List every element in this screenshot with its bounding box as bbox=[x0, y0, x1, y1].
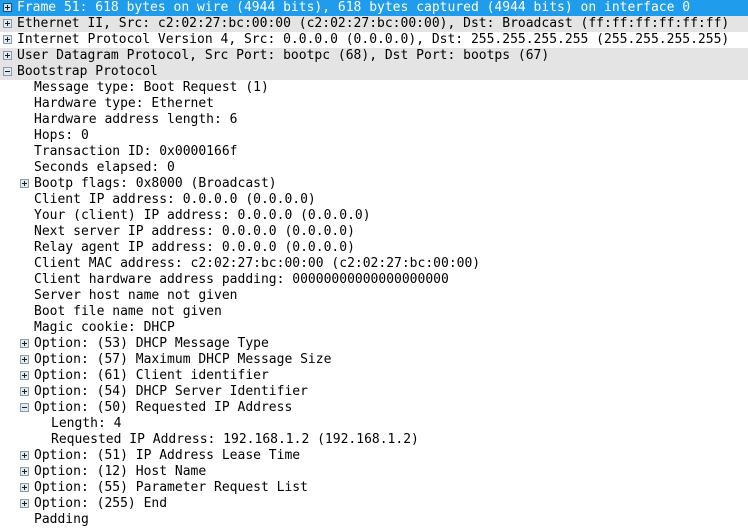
tree-row-hardware-address-length[interactable]: Hardware address length: 6 bbox=[0, 112, 748, 128]
tree-row-option-61[interactable]: Option: (61) Client identifier bbox=[0, 368, 748, 384]
tree-row-udp[interactable]: User Datagram Protocol, Src Port: bootpc… bbox=[0, 48, 748, 64]
tree-row-client-hardware-address-padding[interactable]: Client hardware address padding: 0000000… bbox=[0, 272, 748, 288]
expand-plus-icon[interactable] bbox=[20, 467, 29, 476]
expand-plus-icon[interactable] bbox=[20, 451, 29, 460]
tree-row-label: Option: (54) DHCP Server Identifier bbox=[34, 384, 308, 399]
tree-row-option-50[interactable]: Option: (50) Requested IP Address bbox=[0, 400, 748, 416]
tree-row-label: Padding bbox=[34, 512, 89, 527]
tree-row-ethernet[interactable]: Ethernet II, Src: c2:02:27:bc:00:00 (c2:… bbox=[0, 16, 748, 32]
tree-row-client-mac-address[interactable]: Client MAC address: c2:02:27:bc:00:00 (c… bbox=[0, 256, 748, 272]
tree-row-option-55[interactable]: Option: (55) Parameter Request List bbox=[0, 480, 748, 496]
expand-plus-icon[interactable] bbox=[20, 355, 29, 364]
tree-row-label: Option: (61) Client identifier bbox=[34, 368, 269, 383]
tree-row-client-ip-address[interactable]: Client IP address: 0.0.0.0 (0.0.0.0) bbox=[0, 192, 748, 208]
tree-row-your-client-ip-address[interactable]: Your (client) IP address: 0.0.0.0 (0.0.0… bbox=[0, 208, 748, 224]
tree-row-option-54[interactable]: Option: (54) DHCP Server Identifier bbox=[0, 384, 748, 400]
tree-row-label: User Datagram Protocol, Src Port: bootpc… bbox=[17, 48, 550, 63]
tree-row-label: Option: (55) Parameter Request List bbox=[34, 480, 308, 495]
collapse-minus-icon[interactable] bbox=[3, 67, 12, 76]
tree-row-magic-cookie[interactable]: Magic cookie: DHCP bbox=[0, 320, 748, 336]
expand-plus-icon[interactable] bbox=[3, 19, 12, 28]
tree-row-hops[interactable]: Hops: 0 bbox=[0, 128, 748, 144]
tree-row-label: Option: (50) Requested IP Address bbox=[34, 400, 293, 415]
tree-row-label: Option: (51) IP Address Lease Time bbox=[34, 448, 301, 463]
tree-row-option-51[interactable]: Option: (51) IP Address Lease Time bbox=[0, 448, 748, 464]
tree-row-option-50-length[interactable]: Length: 4 bbox=[0, 416, 748, 432]
tree-row-label: Magic cookie: DHCP bbox=[34, 320, 175, 335]
tree-row-label: Frame 51: 618 bytes on wire (4944 bits),… bbox=[17, 0, 691, 15]
tree-row-option-53[interactable]: Option: (53) DHCP Message Type bbox=[0, 336, 748, 352]
tree-row-bootp-flags[interactable]: Bootp flags: 0x8000 (Broadcast) bbox=[0, 176, 748, 192]
tree-row-label: Option: (57) Maximum DHCP Message Size bbox=[34, 352, 332, 367]
tree-row-option-57[interactable]: Option: (57) Maximum DHCP Message Size bbox=[0, 352, 748, 368]
expand-plus-icon[interactable] bbox=[20, 339, 29, 348]
tree-row-frame[interactable]: Frame 51: 618 bytes on wire (4944 bits),… bbox=[0, 0, 748, 16]
tree-row-label: Bootstrap Protocol bbox=[17, 64, 158, 79]
expand-plus-icon[interactable] bbox=[20, 387, 29, 396]
tree-row-label: Client hardware address padding: 0000000… bbox=[34, 272, 449, 287]
tree-row-label: Option: (255) End bbox=[34, 496, 168, 511]
tree-row-label: Message type: Boot Request (1) bbox=[34, 80, 269, 95]
expand-plus-icon[interactable] bbox=[20, 483, 29, 492]
tree-row-label: Requested IP Address: 192.168.1.2 (192.1… bbox=[51, 432, 419, 447]
tree-row-label: Hardware address length: 6 bbox=[34, 112, 238, 127]
tree-row-label: Boot file name not given bbox=[34, 304, 222, 319]
tree-row-label: Option: (12) Host Name bbox=[34, 464, 207, 479]
tree-row-ipv4[interactable]: Internet Protocol Version 4, Src: 0.0.0.… bbox=[0, 32, 748, 48]
tree-row-label: Client IP address: 0.0.0.0 (0.0.0.0) bbox=[34, 192, 316, 207]
tree-row-label: Ethernet II, Src: c2:02:27:bc:00:00 (c2:… bbox=[17, 16, 730, 31]
tree-row-label: Seconds elapsed: 0 bbox=[34, 160, 175, 175]
expand-plus-icon[interactable] bbox=[3, 51, 12, 60]
tree-row-label: Relay agent IP address: 0.0.0.0 (0.0.0.0… bbox=[34, 240, 355, 255]
tree-row-label: Client MAC address: c2:02:27:bc:00:00 (c… bbox=[34, 256, 481, 271]
tree-row-server-host-name[interactable]: Server host name not given bbox=[0, 288, 748, 304]
tree-row-option-255[interactable]: Option: (255) End bbox=[0, 496, 748, 512]
tree-row-hardware-type[interactable]: Hardware type: Ethernet bbox=[0, 96, 748, 112]
packet-details-tree[interactable]: Frame 51: 618 bytes on wire (4944 bits),… bbox=[0, 0, 748, 530]
tree-row-label: Length: 4 bbox=[51, 416, 122, 431]
tree-row-seconds-elapsed[interactable]: Seconds elapsed: 0 bbox=[0, 160, 748, 176]
expand-plus-icon[interactable] bbox=[3, 35, 12, 44]
tree-row-option-50-value[interactable]: Requested IP Address: 192.168.1.2 (192.1… bbox=[0, 432, 748, 448]
expand-plus-icon[interactable] bbox=[3, 3, 12, 12]
tree-row-label: Server host name not given bbox=[34, 288, 238, 303]
tree-row-message-type[interactable]: Message type: Boot Request (1) bbox=[0, 80, 748, 96]
tree-row-label: Your (client) IP address: 0.0.0.0 (0.0.0… bbox=[34, 208, 371, 223]
tree-row-label: Hops: 0 bbox=[34, 128, 89, 143]
tree-row-option-12[interactable]: Option: (12) Host Name bbox=[0, 464, 748, 480]
expand-plus-icon[interactable] bbox=[20, 179, 29, 188]
expand-plus-icon[interactable] bbox=[20, 371, 29, 380]
tree-row-relay-agent-ip-address[interactable]: Relay agent IP address: 0.0.0.0 (0.0.0.0… bbox=[0, 240, 748, 256]
tree-row-label: Internet Protocol Version 4, Src: 0.0.0.… bbox=[17, 32, 730, 47]
tree-row-label: Bootp flags: 0x8000 (Broadcast) bbox=[34, 176, 277, 191]
tree-row-padding[interactable]: Padding bbox=[0, 512, 748, 528]
tree-row-label: Next server IP address: 0.0.0.0 (0.0.0.0… bbox=[34, 224, 355, 239]
expand-plus-icon[interactable] bbox=[20, 499, 29, 508]
collapse-minus-icon[interactable] bbox=[20, 403, 29, 412]
tree-row-label: Option: (53) DHCP Message Type bbox=[34, 336, 269, 351]
tree-row-label: Hardware type: Ethernet bbox=[34, 96, 215, 111]
tree-row-bootp[interactable]: Bootstrap Protocol bbox=[0, 64, 748, 80]
tree-row-label: Transaction ID: 0x0000166f bbox=[34, 144, 238, 159]
tree-row-next-server-ip-address[interactable]: Next server IP address: 0.0.0.0 (0.0.0.0… bbox=[0, 224, 748, 240]
tree-row-boot-file-name[interactable]: Boot file name not given bbox=[0, 304, 748, 320]
tree-row-transaction-id[interactable]: Transaction ID: 0x0000166f bbox=[0, 144, 748, 160]
